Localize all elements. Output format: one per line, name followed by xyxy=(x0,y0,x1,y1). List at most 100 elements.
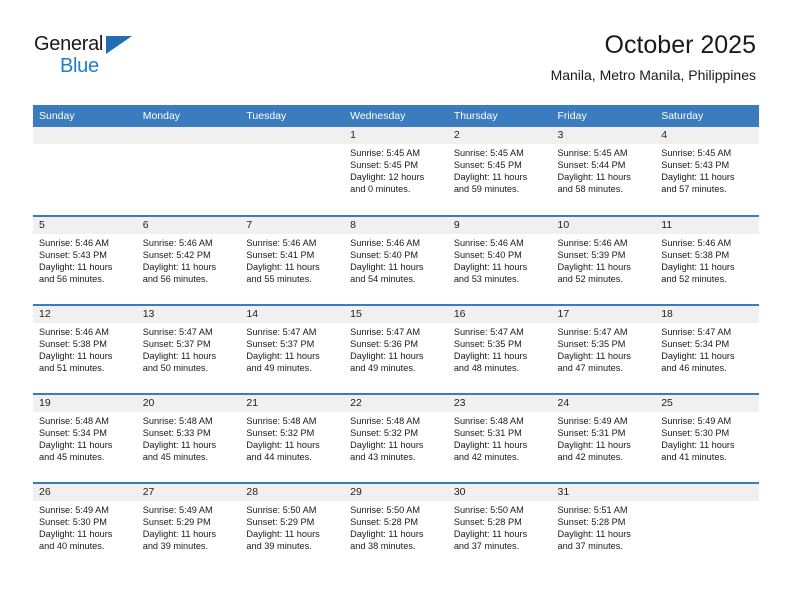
calendar-table: Sunday Monday Tuesday Wednesday Thursday… xyxy=(33,105,759,572)
sunset-time: Sunset: 5:30 PM xyxy=(39,517,107,528)
daylight-duration-line1: Daylight: 11 hours xyxy=(557,351,631,362)
day-number xyxy=(33,127,137,144)
daylight-duration-line2: and 38 minutes. xyxy=(350,541,416,552)
sunset-time: Sunset: 5:33 PM xyxy=(142,428,211,439)
day-cell-inner: 8 Sunrise: 5:46 AM Sunset: 5:40 PM Daylight… xyxy=(344,217,448,304)
calendar-day-cell[interactable]: 3 Sunrise: 5:45 AM Sunset: 5:44 PM Daylight… xyxy=(551,127,656,216)
sunrise-time: Sunrise: 5:47 AM xyxy=(350,327,421,337)
sunrise-time: Sunrise: 5:48 AM xyxy=(246,416,317,426)
sunset-time: Sunset: 5:29 PM xyxy=(142,517,211,528)
daylight-duration-line1: Daylight: 11 hours xyxy=(453,351,528,362)
calendar-day-cell[interactable]: 22 Sunrise: 5:48 AM Sunset: 5:32 PM Dayligh… xyxy=(344,393,448,483)
calendar-day-cell[interactable]: 2 Sunrise: 5:45 AM Sunset: 5:45 PM Daylight… xyxy=(447,127,552,216)
day-details: Sunrise: 5:48 AM Sunset: 5:32 PM Daylight:… xyxy=(344,412,448,463)
sunrise-time: Sunrise: 5:45 AM xyxy=(453,148,524,158)
calendar-day-cell[interactable]: 29 Sunrise: 5:50 AM Sunset: 5:28 PM Dayligh… xyxy=(344,482,448,572)
sunrise-time: Sunrise: 5:50 AM xyxy=(350,505,421,515)
daylight-duration-line2: and 47 minutes. xyxy=(557,363,623,374)
day-cell-inner: 30 Sunrise: 5:50 AM Sunset: 5:28 PM Dayligh… xyxy=(447,484,552,571)
daylight-duration-line2: and 57 minutes. xyxy=(661,184,727,195)
calendar-day-cell[interactable]: 11 Sunrise: 5:46 AM Sunset: 5:38 PM Dayligh… xyxy=(655,215,759,305)
calendar-day-cell[interactable]: 20 Sunrise: 5:48 AM Sunset: 5:33 PM Dayligh… xyxy=(136,393,241,483)
calendar-day-cell[interactable]: 7 Sunrise: 5:46 AM Sunset: 5:41 PM Daylight… xyxy=(240,215,345,305)
calendar-day-cell[interactable]: 23 Sunrise: 5:48 AM Sunset: 5:31 PM Dayligh… xyxy=(447,393,552,483)
daylight-duration-line2: and 58 minutes. xyxy=(557,184,623,195)
calendar-day-cell[interactable]: 8 Sunrise: 5:46 AM Sunset: 5:40 PM Daylight… xyxy=(344,215,448,305)
day-number: 13 xyxy=(136,306,241,323)
calendar-week-row: 12 Sunrise: 5:46 AM Sunset: 5:38 PM Dayligh… xyxy=(33,304,759,394)
calendar-day-cell[interactable]: 26 Sunrise: 5:49 AM Sunset: 5:30 PM Dayligh… xyxy=(33,482,137,572)
calendar-day-cell[interactable]: 27 Sunrise: 5:49 AM Sunset: 5:29 PM Dayligh… xyxy=(136,482,241,572)
daylight-duration-line1: Daylight: 11 hours xyxy=(246,440,320,451)
calendar-day-cell[interactable]: 30 Sunrise: 5:50 AM Sunset: 5:28 PM Dayligh… xyxy=(447,482,552,572)
sunset-time: Sunset: 5:45 PM xyxy=(453,160,522,171)
calendar-day-cell[interactable]: 28 Sunrise: 5:50 AM Sunset: 5:29 PM Dayligh… xyxy=(240,482,345,572)
calendar-day-cell xyxy=(33,127,137,216)
calendar-day-cell xyxy=(136,127,241,216)
general-blue-logo[interactable]: General Blue xyxy=(34,33,154,81)
daylight-duration-line2: and 0 minutes. xyxy=(350,184,411,195)
day-details: Sunrise: 5:46 AM Sunset: 5:41 PM Daylight:… xyxy=(240,234,344,285)
calendar-day-cell[interactable]: 6 Sunrise: 5:46 AM Sunset: 5:42 PM Daylight… xyxy=(136,215,241,305)
day-details: Sunrise: 5:48 AM Sunset: 5:32 PM Daylight:… xyxy=(240,412,344,463)
calendar-day-cell[interactable]: 1 Sunrise: 5:45 AM Sunset: 5:45 PM Daylight… xyxy=(344,127,448,216)
day-cell-inner: 22 Sunrise: 5:48 AM Sunset: 5:32 PM Dayligh… xyxy=(344,395,448,482)
day-cell-inner: 6 Sunrise: 5:46 AM Sunset: 5:42 PM Daylight… xyxy=(136,217,241,304)
day-cell-inner: 12 Sunrise: 5:46 AM Sunset: 5:38 PM Dayligh… xyxy=(33,306,137,393)
day-number xyxy=(655,484,759,501)
calendar-day-cell[interactable]: 25 Sunrise: 5:49 AM Sunset: 5:30 PM Dayligh… xyxy=(655,393,759,483)
daylight-duration-line1: Daylight: 11 hours xyxy=(661,440,735,451)
day-cell-inner: 7 Sunrise: 5:46 AM Sunset: 5:41 PM Daylight… xyxy=(240,217,345,304)
day-number: 28 xyxy=(240,484,345,501)
calendar-day-cell[interactable]: 19 Sunrise: 5:48 AM Sunset: 5:34 PM Dayligh… xyxy=(33,393,137,483)
calendar-day-cell[interactable]: 24 Sunrise: 5:49 AM Sunset: 5:31 PM Dayligh… xyxy=(551,393,656,483)
sunset-time: Sunset: 5:34 PM xyxy=(39,428,107,439)
calendar-day-cell[interactable]: 18 Sunrise: 5:47 AM Sunset: 5:34 PM Dayligh… xyxy=(655,304,759,394)
calendar-day-cell[interactable]: 10 Sunrise: 5:46 AM Sunset: 5:39 PM Dayligh… xyxy=(551,215,656,305)
calendar-day-cell[interactable]: 12 Sunrise: 5:46 AM Sunset: 5:38 PM Dayligh… xyxy=(33,304,137,394)
sunset-time: Sunset: 5:43 PM xyxy=(661,160,730,171)
sunrise-time: Sunrise: 5:47 AM xyxy=(453,327,524,337)
calendar-day-cell[interactable]: 13 Sunrise: 5:47 AM Sunset: 5:37 PM Dayligh… xyxy=(136,304,241,394)
day-number: 10 xyxy=(551,217,656,234)
calendar-day-cell[interactable]: 16 Sunrise: 5:47 AM Sunset: 5:35 PM Dayligh… xyxy=(447,304,552,394)
daylight-duration-line2: and 37 minutes. xyxy=(453,541,520,552)
day-details: Sunrise: 5:47 AM Sunset: 5:35 PM Daylight:… xyxy=(448,323,552,374)
daylight-duration-line1: Daylight: 11 hours xyxy=(453,529,528,540)
calendar-day-cell[interactable]: 15 Sunrise: 5:47 AM Sunset: 5:36 PM Dayligh… xyxy=(344,304,448,394)
calendar-week-row: 26 Sunrise: 5:49 AM Sunset: 5:30 PM Dayligh… xyxy=(33,482,759,572)
calendar-day-cell[interactable]: 14 Sunrise: 5:47 AM Sunset: 5:37 PM Dayligh… xyxy=(240,304,345,394)
day-details: Sunrise: 5:46 AM Sunset: 5:38 PM Daylight:… xyxy=(33,323,137,374)
calendar-day-cell[interactable]: 9 Sunrise: 5:46 AM Sunset: 5:40 PM Daylight… xyxy=(447,215,552,305)
sunrise-time: Sunrise: 5:47 AM xyxy=(661,327,732,337)
calendar-day-cell[interactable]: 21 Sunrise: 5:48 AM Sunset: 5:32 PM Dayligh… xyxy=(240,393,345,483)
calendar-day-cell[interactable]: 17 Sunrise: 5:47 AM Sunset: 5:35 PM Dayligh… xyxy=(551,304,656,394)
daylight-duration-line2: and 46 minutes. xyxy=(661,363,727,374)
day-cell-inner xyxy=(655,484,759,571)
calendar-day-cell[interactable]: 4 Sunrise: 5:45 AM Sunset: 5:43 PM Daylight… xyxy=(655,127,759,216)
day-details: Sunrise: 5:49 AM Sunset: 5:31 PM Daylight:… xyxy=(552,412,656,463)
day-number: 31 xyxy=(551,484,656,501)
daylight-duration-line1: Daylight: 11 hours xyxy=(350,440,424,451)
day-details: Sunrise: 5:49 AM Sunset: 5:29 PM Daylight:… xyxy=(137,501,241,552)
weekday-header-thursday: Thursday xyxy=(447,105,552,127)
day-number: 14 xyxy=(240,306,345,323)
day-cell-inner xyxy=(33,127,137,214)
calendar-day-cell[interactable]: 31 Sunrise: 5:51 AM Sunset: 5:28 PM Dayligh… xyxy=(551,482,656,572)
daylight-duration-line2: and 55 minutes. xyxy=(246,274,312,285)
sunrise-time: Sunrise: 5:46 AM xyxy=(661,238,732,248)
sunset-time: Sunset: 5:30 PM xyxy=(661,428,730,439)
calendar-day-cell[interactable]: 5 Sunrise: 5:46 AM Sunset: 5:43 PM Daylight… xyxy=(33,215,137,305)
day-details: Sunrise: 5:48 AM Sunset: 5:34 PM Daylight:… xyxy=(33,412,137,463)
day-number xyxy=(136,127,241,144)
daylight-duration-line2: and 49 minutes. xyxy=(350,363,416,374)
calendar-day-cell xyxy=(655,482,759,572)
day-number: 7 xyxy=(240,217,345,234)
sunrise-time: Sunrise: 5:46 AM xyxy=(39,327,109,337)
logo-text-general: General xyxy=(34,33,104,55)
day-details: Sunrise: 5:45 AM Sunset: 5:43 PM Daylight:… xyxy=(655,144,759,195)
daylight-duration-line2: and 50 minutes. xyxy=(142,363,209,374)
day-number: 17 xyxy=(551,306,656,323)
sunrise-time: Sunrise: 5:49 AM xyxy=(39,505,109,515)
day-cell-inner: 5 Sunrise: 5:46 AM Sunset: 5:43 PM Daylight… xyxy=(33,217,137,304)
